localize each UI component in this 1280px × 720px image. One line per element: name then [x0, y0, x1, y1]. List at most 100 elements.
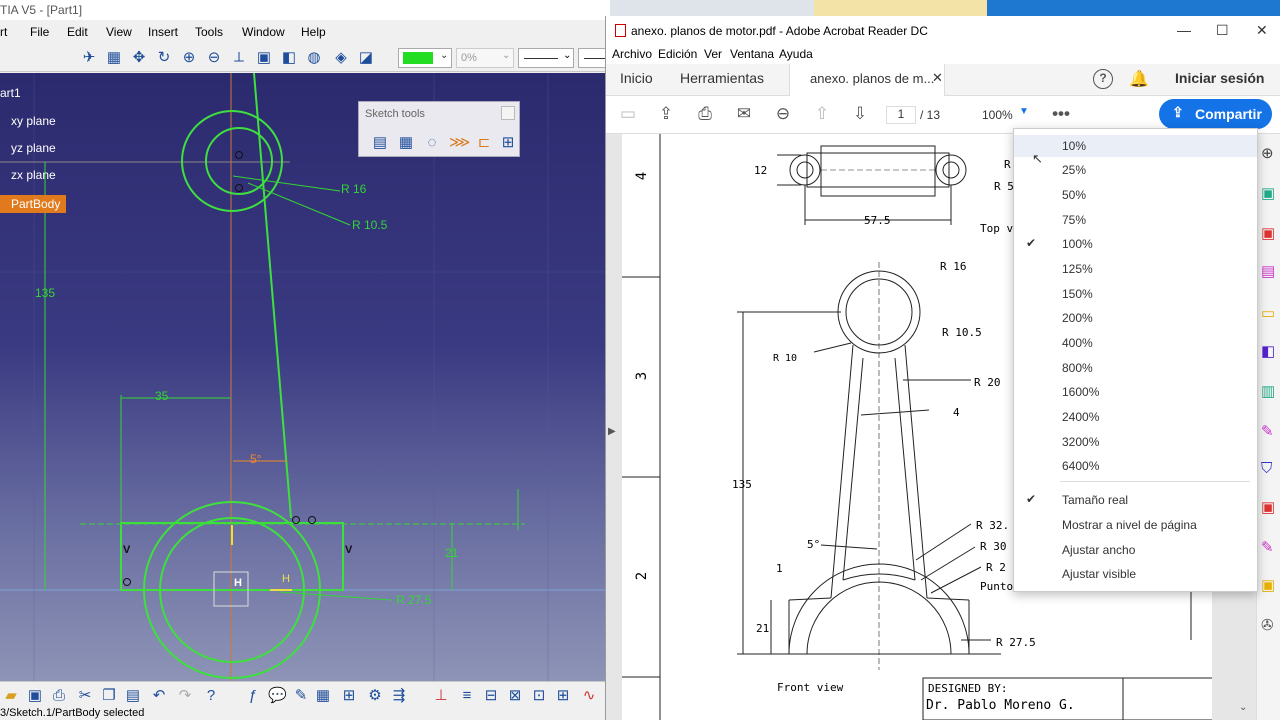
- zoom-option-fit-width[interactable]: Ajustar ancho: [1014, 539, 1257, 561]
- export-pdf-icon[interactable]: ▣: [1261, 184, 1275, 202]
- tools-icon[interactable]: ✎: [292, 687, 310, 705]
- menu-window[interactable]: Window: [242, 25, 285, 39]
- tree-root[interactable]: art1: [0, 86, 21, 100]
- pdf-tool-icon[interactable]: ▣: [1261, 498, 1275, 516]
- print-icon[interactable]: ⎙: [50, 687, 68, 705]
- zoom-option-3200[interactable]: 3200%: [1014, 431, 1257, 453]
- tab-inicio[interactable]: Inicio: [620, 70, 653, 86]
- sign-in-link[interactable]: Iniciar sesión: [1175, 70, 1264, 86]
- open-icon[interactable]: ▰: [2, 687, 20, 705]
- dim-r275[interactable]: R 27.5: [396, 593, 431, 607]
- menu-view[interactable]: View: [106, 25, 132, 39]
- fit-all-icon[interactable]: ▦: [105, 49, 123, 67]
- zoom-tool-icon[interactable]: ⊕: [1261, 144, 1274, 162]
- shading-icon[interactable]: ◍: [305, 49, 323, 67]
- axis-icon[interactable]: ⊥: [432, 687, 450, 705]
- zoom-dropdown-menu[interactable]: 10% 25% 50% 75% ✔ 100% 125% 150% 200% 400…: [1013, 128, 1258, 592]
- tab-herramientas[interactable]: Herramientas: [680, 70, 764, 86]
- bell-icon[interactable]: 🔔: [1129, 69, 1149, 89]
- table-icon[interactable]: ▦: [314, 687, 332, 705]
- collapse-panel-icon[interactable]: ▶: [608, 426, 616, 437]
- multi-view-icon[interactable]: ▣: [255, 49, 273, 67]
- menu-ventana[interactable]: Ventana: [730, 47, 774, 61]
- color-picker[interactable]: ⌄: [398, 48, 452, 68]
- pan-icon[interactable]: ✥: [130, 49, 148, 67]
- dim-r105[interactable]: R 10.5: [352, 218, 387, 232]
- stamp-icon[interactable]: ▣: [1261, 576, 1275, 594]
- analysis-icon[interactable]: ⇶: [390, 687, 408, 705]
- curve-icon[interactable]: ⊞: [554, 687, 572, 705]
- paste-icon[interactable]: ▤: [124, 687, 142, 705]
- zoom-option-25[interactable]: 25%: [1014, 159, 1257, 181]
- menu-edit[interactable]: Edit: [67, 25, 88, 39]
- tree-xy-plane[interactable]: xy plane: [11, 114, 56, 128]
- dim-21[interactable]: 21: [445, 546, 458, 560]
- zoom-select[interactable]: 100% ▼: [976, 106, 1036, 124]
- menu-ayuda[interactable]: Ayuda: [779, 47, 813, 61]
- cut-icon[interactable]: ✂: [76, 687, 94, 705]
- zoom-option-150[interactable]: 150%: [1014, 283, 1257, 305]
- comment-icon[interactable]: 💬: [268, 687, 287, 705]
- page-number-input[interactable]: 1: [886, 106, 916, 124]
- wave-icon[interactable]: ∿: [580, 687, 598, 705]
- menu-tools[interactable]: Tools: [195, 25, 223, 39]
- sketch-positioned-icon[interactable]: ⊠: [506, 687, 524, 705]
- linetype-field[interactable]: ⌄: [518, 48, 574, 68]
- sketch-tools-panel[interactable]: Sketch tools ▤ ▦ ◌ ⋙ ⊏ ⊞: [358, 101, 520, 157]
- zoom-option-100[interactable]: ✔ 100%: [1014, 233, 1257, 255]
- sketch-icon[interactable]: ⊟: [482, 687, 500, 705]
- tree-yz-plane[interactable]: yz plane: [11, 141, 56, 155]
- more-icon[interactable]: •••: [1050, 103, 1072, 125]
- menu-ver[interactable]: Ver: [704, 47, 722, 61]
- dim-35[interactable]: 35: [155, 389, 168, 403]
- menu-insert[interactable]: Insert: [148, 25, 178, 39]
- email-icon[interactable]: ✉: [733, 103, 755, 125]
- page-down-icon[interactable]: ⇩: [849, 103, 871, 125]
- create-pdf-icon[interactable]: ▣: [1261, 224, 1275, 242]
- snap-icon[interactable]: ▦: [397, 134, 415, 152]
- menu-help[interactable]: Help: [301, 25, 326, 39]
- formula-icon[interactable]: ƒ: [244, 687, 262, 705]
- fly-icon[interactable]: ✈: [80, 49, 98, 67]
- zoom-option-2400[interactable]: 2400%: [1014, 406, 1257, 428]
- output-feature-icon[interactable]: ⊞: [499, 134, 517, 152]
- menu-part[interactable]: rt: [0, 25, 7, 39]
- dim-r16[interactable]: R 16: [341, 182, 366, 196]
- save-icon[interactable]: ▣: [26, 687, 44, 705]
- combine-icon[interactable]: ◧: [1261, 342, 1275, 360]
- edit-icon[interactable]: ✎: [1261, 538, 1274, 556]
- iso-view-icon[interactable]: ◧: [280, 49, 298, 67]
- dim-angle[interactable]: 5°: [250, 452, 261, 466]
- tree-partbody[interactable]: PartBody: [0, 195, 67, 213]
- normal-view-icon[interactable]: ⟂: [230, 49, 248, 67]
- menu-archivo[interactable]: Archivo: [612, 47, 652, 61]
- print-icon[interactable]: ⎙: [694, 103, 716, 125]
- organize-pages-icon[interactable]: ▤: [1261, 262, 1275, 280]
- menu-file[interactable]: File: [30, 25, 49, 39]
- dim-135[interactable]: 135: [35, 286, 55, 300]
- zoom-option-50[interactable]: 50%: [1014, 184, 1257, 206]
- geometric-constraint-icon[interactable]: ⋙: [449, 134, 470, 152]
- swap-space-icon[interactable]: ◪: [357, 49, 375, 67]
- protect-icon[interactable]: ⛉: [1261, 460, 1272, 477]
- list-icon[interactable]: ≡: [458, 687, 476, 705]
- zoom-option-actual-size[interactable]: ✔ Tamaño real: [1014, 489, 1257, 511]
- zoom-in-icon[interactable]: ⊕: [180, 49, 198, 67]
- scroll-down-icon[interactable]: ⌄: [1239, 702, 1247, 713]
- transparency-field[interactable]: 0% ⌄: [456, 48, 514, 68]
- zoom-out-icon[interactable]: ⊖: [205, 49, 223, 67]
- upload-icon[interactable]: ⇪: [655, 103, 677, 125]
- whats-this-icon[interactable]: ?: [202, 687, 220, 705]
- page-up-icon[interactable]: ⇧: [811, 103, 833, 125]
- tree-zx-plane[interactable]: zx plane: [11, 168, 56, 182]
- zoom-option-1600[interactable]: 1600%: [1014, 381, 1257, 403]
- zoom-option-400[interactable]: 400%: [1014, 332, 1257, 354]
- rotate-icon[interactable]: ↻: [155, 49, 173, 67]
- zoom-option-6400[interactable]: 6400%: [1014, 455, 1257, 477]
- measure-icon[interactable]: ⚙: [366, 687, 384, 705]
- copy-icon[interactable]: ❐: [100, 687, 118, 705]
- zoom-option-10[interactable]: 10%: [1014, 135, 1257, 157]
- wrench-icon[interactable]: ✇: [1261, 616, 1274, 634]
- scan-icon[interactable]: ▥: [1261, 382, 1275, 400]
- share-button[interactable]: ⇪ Compartir: [1159, 99, 1272, 129]
